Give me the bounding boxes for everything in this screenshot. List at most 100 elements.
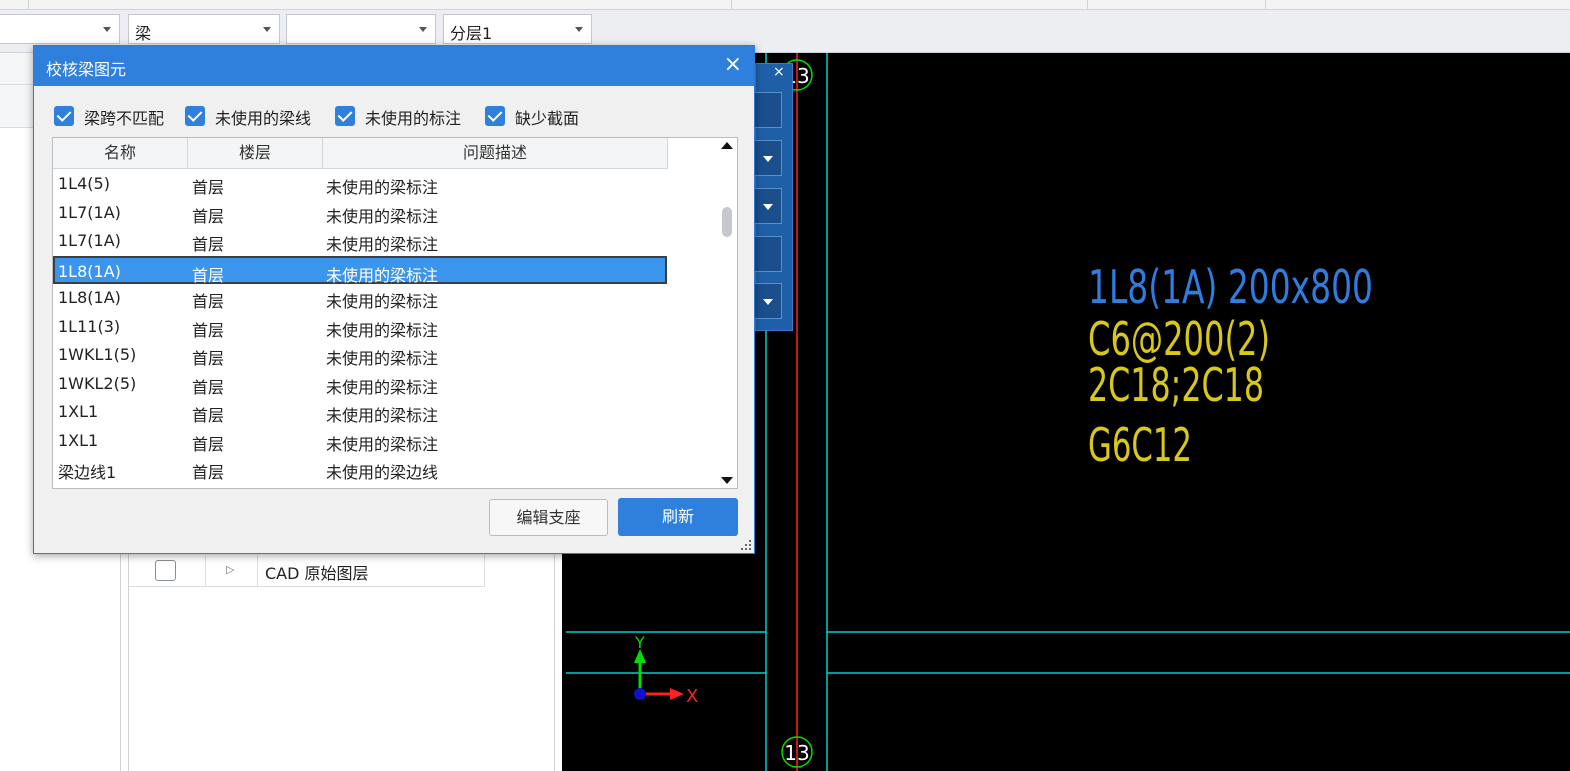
- cell-floor: 首层: [192, 406, 225, 425]
- ucs-icon: Y X: [634, 633, 698, 707]
- refresh-button[interactable]: 刷新: [618, 498, 738, 536]
- table-row[interactable]: 1XL1 首层 未使用的梁标注: [53, 398, 667, 426]
- close-icon[interactable]: ×: [773, 64, 785, 80]
- checkbox-checked-icon[interactable]: [54, 106, 74, 126]
- check-beam-dialog: 校核梁图元 × 梁跨不匹配 未使用的梁线 未使用的标注 缺少截面 名称 楼层 问…: [33, 45, 755, 554]
- resize-grip-icon[interactable]: [741, 540, 751, 550]
- table-row[interactable]: 1XL1 首层 未使用的梁标注: [53, 427, 667, 455]
- expand-arrow-icon[interactable]: ▷: [226, 563, 234, 576]
- table-row[interactable]: 梁边线1 首层 未使用的梁边线: [53, 455, 667, 483]
- chevron-down-icon: [103, 27, 111, 32]
- x-axis-label: X: [686, 686, 698, 707]
- cell-name: 1WKL2(5): [58, 373, 137, 393]
- chevron-down-icon: [263, 27, 271, 32]
- dialog-title: 校核梁图元: [46, 60, 127, 79]
- panel-field[interactable]: [754, 92, 782, 128]
- chevron-down-icon: [763, 299, 773, 305]
- cell-floor: 首层: [192, 178, 225, 197]
- floor-combo[interactable]: [0, 14, 120, 44]
- panel-divider: [120, 553, 121, 771]
- cell-issue: 未使用的梁标注: [326, 434, 439, 454]
- strip-divider: [28, 0, 29, 10]
- cell-name: 1L4(5): [58, 174, 110, 193]
- cell-issue: 未使用的梁标注: [326, 406, 439, 425]
- combo-value: 分层1: [450, 24, 493, 43]
- cell-name: 1XL1: [58, 402, 99, 421]
- cell-floor: 首层: [192, 292, 225, 311]
- cell-name: 1L8(1A): [58, 261, 121, 281]
- layer-combo[interactable]: 分层1: [443, 14, 592, 44]
- table-row[interactable]: 1L11(3) 首层 未使用的梁标注: [53, 313, 667, 341]
- filter-label: 未使用的标注: [365, 109, 462, 128]
- scrollbar-thumb[interactable]: [722, 207, 732, 237]
- dialog-title-bar[interactable]: 校核梁图元 ×: [34, 46, 754, 86]
- y-axis-label: Y: [634, 633, 645, 652]
- table-row[interactable]: 1WKL1(5) 首层 未使用的梁标注: [53, 341, 667, 369]
- column-header-name[interactable]: 名称: [53, 138, 188, 169]
- cell-floor: 首层: [192, 320, 225, 340]
- chevron-down-icon: [575, 27, 583, 32]
- table-row[interactable]: 1L4(5) 首层 未使用的梁标注: [53, 170, 667, 198]
- cell-issue: 未使用的梁标注: [326, 178, 439, 197]
- cell-issue: 未使用的梁标注: [326, 377, 439, 397]
- chevron-down-icon: [763, 156, 773, 162]
- chevron-down-icon: [419, 27, 427, 32]
- cell-issue: 未使用的梁标注: [326, 206, 439, 226]
- side-rebar-annotation[interactable]: G6C12: [1088, 418, 1192, 472]
- strip-divider: [731, 0, 732, 10]
- cell-issue: 未使用的梁标注: [326, 292, 439, 311]
- panel-dropdown[interactable]: [754, 283, 782, 319]
- edit-support-button[interactable]: 编辑支座: [489, 499, 608, 536]
- chevron-down-icon: [763, 204, 773, 210]
- cell-name: 梁边线1: [58, 463, 117, 482]
- table-row[interactable]: 1L7(1A) 首层 未使用的梁标注: [53, 227, 667, 255]
- cell-floor: 首层: [192, 349, 225, 368]
- cell-name: 1XL1: [58, 430, 99, 450]
- panel-dropdown[interactable]: [754, 188, 782, 224]
- checkbox-checked-icon[interactable]: [485, 106, 505, 126]
- cell-floor: 首层: [192, 206, 225, 226]
- column-header-floor[interactable]: 楼层: [188, 138, 323, 169]
- combo-value: 梁: [135, 24, 152, 43]
- cell-floor: 首层: [192, 235, 225, 254]
- table-row[interactable]: 1WKL2(5) 首层 未使用的梁标注: [53, 370, 667, 398]
- table-row[interactable]: 1L8(1A) 首层 未使用的梁标注: [53, 284, 667, 312]
- panel-field[interactable]: [754, 236, 782, 272]
- strip-divider: [1265, 0, 1266, 10]
- table-row[interactable]: 1L8(1A) 首层 未使用的梁标注: [53, 255, 667, 285]
- cell-floor: 首层: [192, 377, 225, 397]
- component-combo[interactable]: [286, 14, 436, 44]
- scroll-down-icon[interactable]: [721, 477, 733, 484]
- cell-issue: 未使用的梁标注: [326, 235, 439, 254]
- checkbox-checked-icon[interactable]: [185, 106, 205, 126]
- layer-label: CAD 原始图层: [265, 564, 369, 583]
- cell-name: 1L8(1A): [58, 288, 121, 307]
- cell-floor: 首层: [192, 265, 225, 285]
- table-header: 名称 楼层 问题描述: [53, 138, 668, 169]
- layer-visibility-checkbox[interactable]: [155, 560, 176, 581]
- checkbox-checked-icon[interactable]: [335, 106, 355, 126]
- issue-table[interactable]: 名称 楼层 问题描述 1L4(5) 首层 未使用的梁标注 1L7(1A) 首层 未使用的梁…: [52, 137, 738, 489]
- beam-annotation[interactable]: 1L8(1A) 200x800: [1088, 260, 1373, 314]
- cell-floor: 首层: [192, 434, 225, 454]
- filter-label: 缺少截面: [515, 109, 580, 128]
- cell-divider: [257, 555, 258, 587]
- vertical-scrollbar[interactable]: [717, 138, 737, 488]
- panel-dropdown[interactable]: [754, 140, 782, 176]
- table-row[interactable]: 1L7(1A) 首层 未使用的梁标注: [53, 199, 667, 227]
- component-type-combo[interactable]: 梁: [128, 14, 280, 44]
- cell-name: 1L11(3): [58, 316, 121, 336]
- top-menu-strip: [0, 0, 1570, 10]
- column-header-issue[interactable]: 问题描述: [323, 138, 668, 169]
- close-icon[interactable]: ×: [724, 52, 742, 77]
- cell-name: 1L7(1A): [58, 231, 121, 250]
- strip-divider: [1087, 0, 1088, 10]
- cell-floor: 首层: [192, 463, 225, 482]
- cell-divider: [205, 555, 206, 587]
- rebar-annotation[interactable]: 2C18;2C18: [1088, 358, 1264, 412]
- cell-issue: 未使用的梁标注: [326, 320, 439, 340]
- filter-label: 未使用的梁线: [215, 109, 312, 128]
- cell-issue: 未使用的梁标注: [326, 265, 439, 285]
- filter-label: 梁跨不匹配: [84, 109, 165, 128]
- scroll-up-icon[interactable]: [721, 142, 733, 149]
